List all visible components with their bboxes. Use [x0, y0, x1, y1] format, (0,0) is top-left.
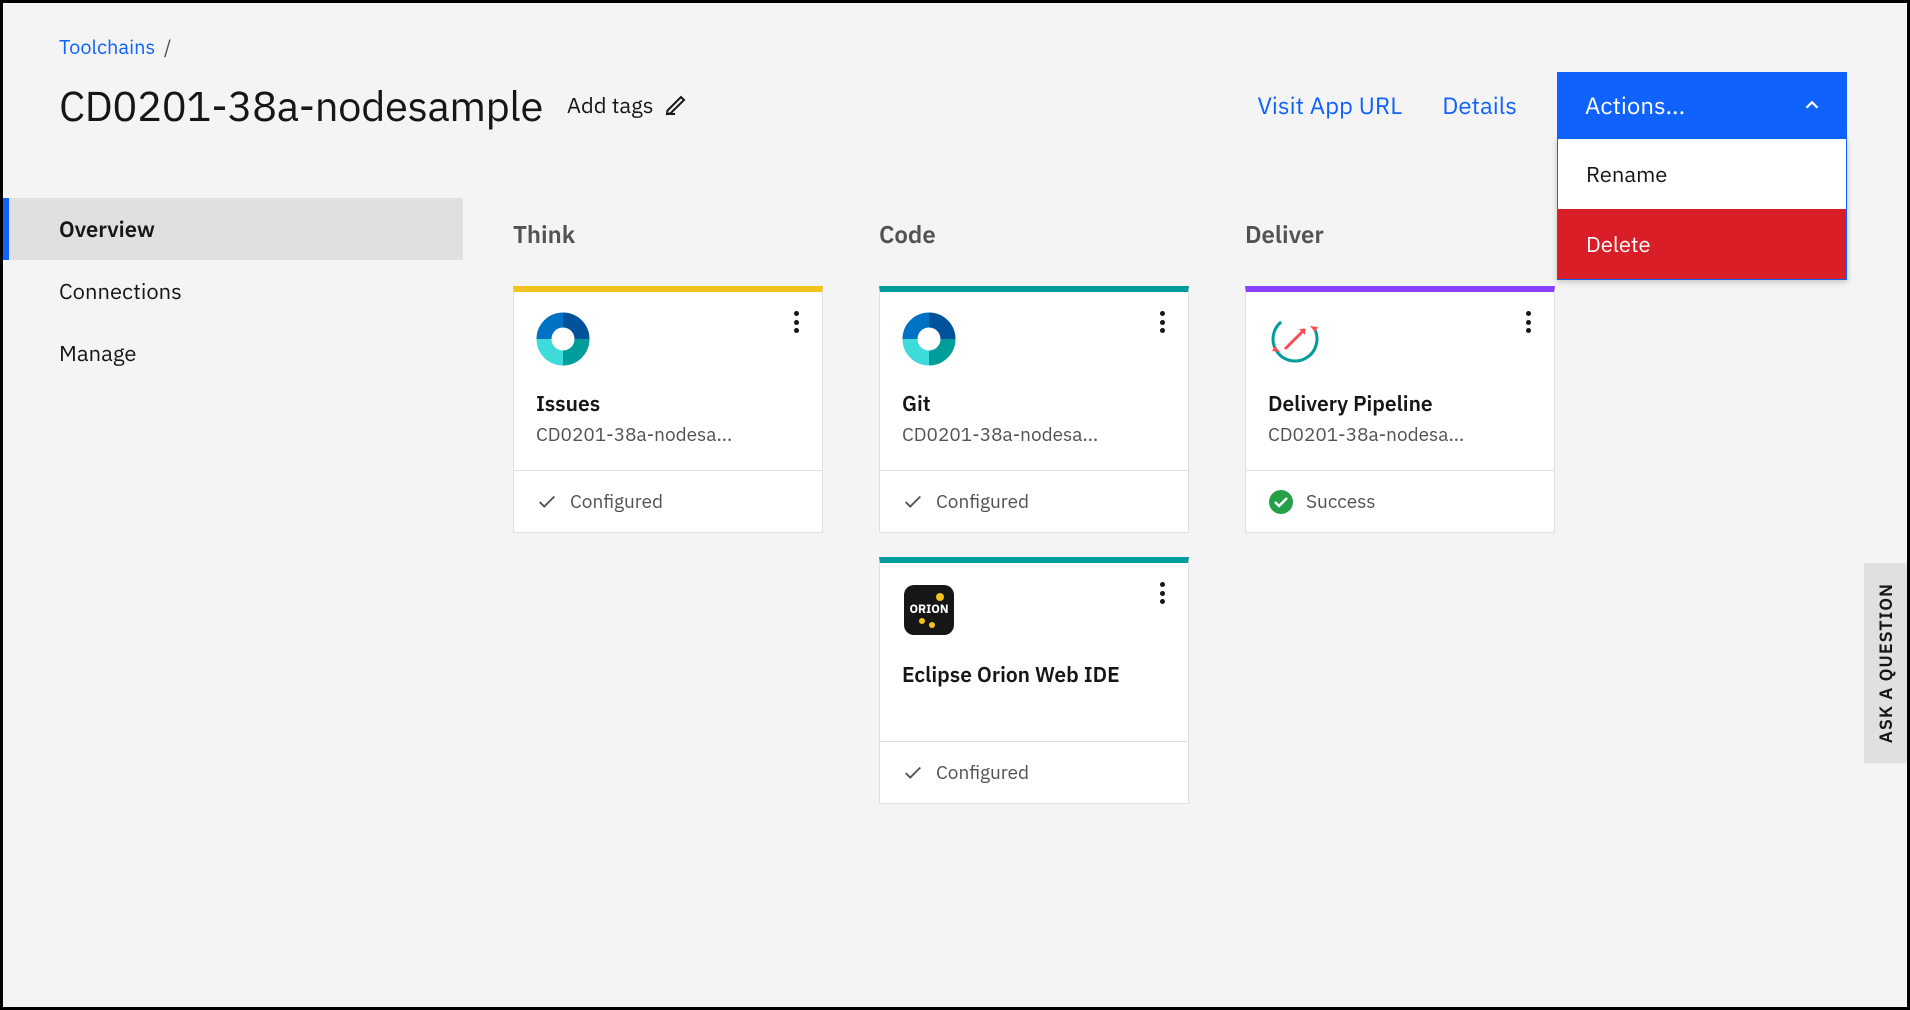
sidebar-item-manage[interactable]: Manage — [3, 322, 463, 384]
card-pipeline-menu[interactable] — [1518, 308, 1538, 336]
column-deliver-title: Deliver — [1245, 218, 1555, 250]
card-git-menu[interactable] — [1152, 308, 1172, 336]
card-issues-status-label: Configured — [570, 490, 663, 514]
breadcrumb: Toolchains / — [59, 33, 1851, 60]
actions-menu-rename[interactable]: Rename — [1558, 139, 1846, 209]
card-delivery-pipeline[interactable]: Delivery Pipeline CD0201-38a-nodesa... S… — [1245, 286, 1555, 533]
actions-label: Actions... — [1585, 89, 1685, 121]
card-issues[interactable]: Issues CD0201-38a-nodesa... Configured — [513, 286, 823, 533]
page-title: CD0201-38a-nodesample — [59, 78, 543, 133]
column-deliver: Deliver Delivery Pipeline CD0201-38a-nod… — [1245, 218, 1555, 828]
card-orion-menu[interactable] — [1152, 579, 1172, 607]
actions-dropdown-button[interactable]: Actions... — [1557, 72, 1847, 138]
checkmark-icon — [902, 491, 924, 513]
card-issues-subtitle: CD0201-38a-nodesa... — [536, 423, 796, 447]
card-issues-title: Issues — [536, 389, 800, 417]
checkmark-icon — [902, 762, 924, 784]
details-link[interactable]: Details — [1442, 89, 1517, 121]
git-repo-icon — [902, 312, 956, 366]
pipeline-icon — [1268, 312, 1322, 366]
card-pipeline-status-label: Success — [1306, 490, 1376, 514]
card-orion-status: Configured — [880, 741, 1188, 803]
edit-icon — [664, 93, 688, 117]
ask-a-question-tab[interactable]: ASK A QUESTION — [1864, 563, 1907, 763]
git-repo-icon — [536, 312, 590, 366]
card-orion-status-label: Configured — [936, 761, 1029, 785]
add-tags-label: Add tags — [567, 91, 654, 120]
breadcrumb-separator: / — [164, 33, 172, 60]
checkmark-icon — [536, 491, 558, 513]
card-issues-status: Configured — [514, 470, 822, 532]
card-git-status: Configured — [880, 470, 1188, 532]
column-code-title: Code — [879, 218, 1189, 250]
card-git-status-label: Configured — [936, 490, 1029, 514]
card-pipeline-subtitle: CD0201-38a-nodesa... — [1268, 423, 1528, 447]
actions-menu: Rename Delete — [1557, 138, 1847, 280]
card-pipeline-status: Success — [1246, 470, 1554, 532]
card-git-title: Git — [902, 389, 1166, 417]
card-pipeline-title: Delivery Pipeline — [1268, 389, 1532, 417]
visit-app-url-link[interactable]: Visit App URL — [1257, 89, 1402, 121]
add-tags-button[interactable]: Add tags — [567, 91, 688, 120]
column-think: Think Issues CD0201-38a-nodesa... — [513, 218, 823, 828]
breadcrumb-toolchains-link[interactable]: Toolchains — [59, 33, 155, 60]
card-git-subtitle: CD0201-38a-nodesa... — [902, 423, 1162, 447]
success-icon — [1268, 489, 1294, 515]
card-issues-menu[interactable] — [786, 308, 806, 336]
card-orion-ide[interactable]: ORION Eclipse Orion Web IDE Configured — [879, 557, 1189, 804]
sidebar-item-connections[interactable]: Connections — [3, 260, 463, 322]
chevron-up-icon — [1801, 94, 1823, 116]
sidebar: Overview Connections Manage — [3, 158, 463, 868]
orion-icon: ORION — [902, 583, 956, 637]
svg-text:ORION: ORION — [909, 602, 948, 617]
card-orion-title: Eclipse Orion Web IDE — [902, 660, 1166, 688]
card-git[interactable]: Git CD0201-38a-nodesa... Configured — [879, 286, 1189, 533]
column-think-title: Think — [513, 218, 823, 250]
column-code: Code Git CD0201-38a-nodesa... — [879, 218, 1189, 828]
actions-menu-delete[interactable]: Delete — [1558, 209, 1846, 279]
sidebar-item-overview[interactable]: Overview — [3, 198, 463, 260]
